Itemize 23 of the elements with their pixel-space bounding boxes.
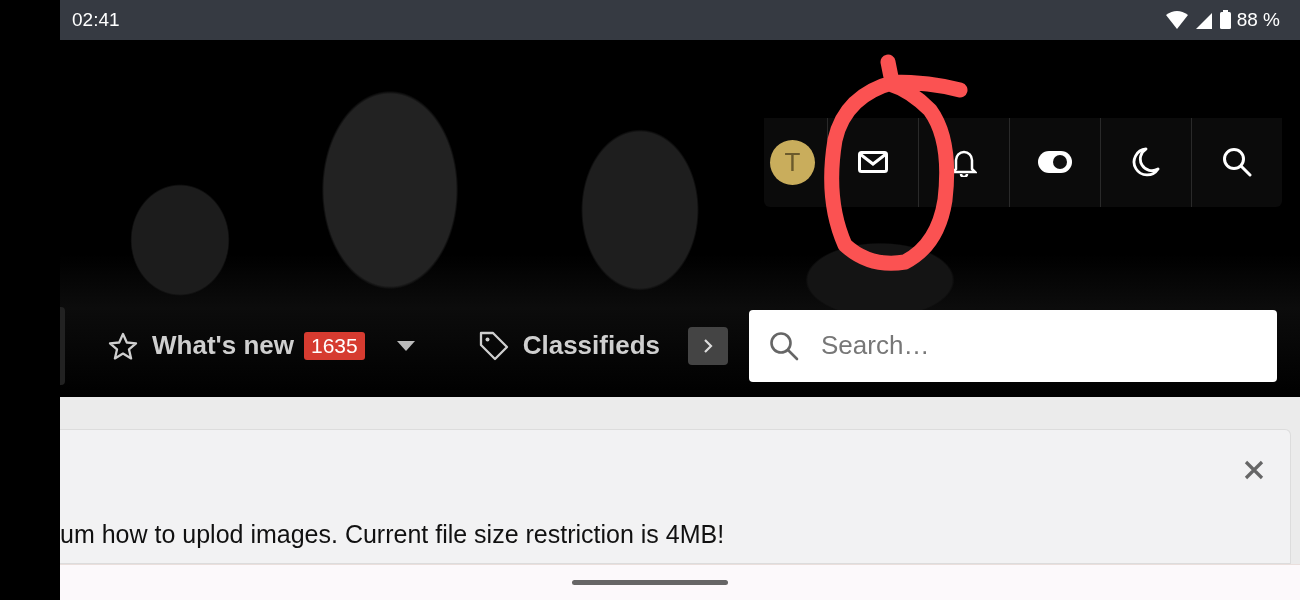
battery-icon [1219, 10, 1231, 30]
nav-link[interactable]: Classifieds [478, 330, 660, 362]
toggle-icon [1038, 151, 1072, 174]
tag-icon [478, 330, 509, 361]
scroll-right-button[interactable] [688, 326, 728, 365]
nav-link[interactable]: What's new 1635 [108, 330, 365, 362]
notice-text: um how to uplod images. Current file size restriction is 4MB! [60, 520, 726, 550]
search-field[interactable]: Search… [749, 309, 1277, 382]
search-icon [1222, 147, 1252, 178]
close-icon[interactable] [1244, 460, 1264, 481]
nav-label: Classifieds [522, 330, 660, 362]
nav-label: What's new [152, 330, 294, 362]
mail-icon [858, 151, 888, 174]
star-icon [108, 331, 138, 360]
search-icon [769, 330, 799, 361]
count-badge: 1635 [304, 331, 365, 360]
wifi-icon [1165, 10, 1188, 29]
battery-level: 88 % [1236, 8, 1280, 31]
home-handle[interactable] [572, 580, 728, 586]
chevron-icon [703, 337, 713, 354]
moon-icon [1132, 147, 1160, 178]
caret-icon[interactable] [396, 340, 415, 351]
clock-time: 02:41 [72, 8, 120, 31]
